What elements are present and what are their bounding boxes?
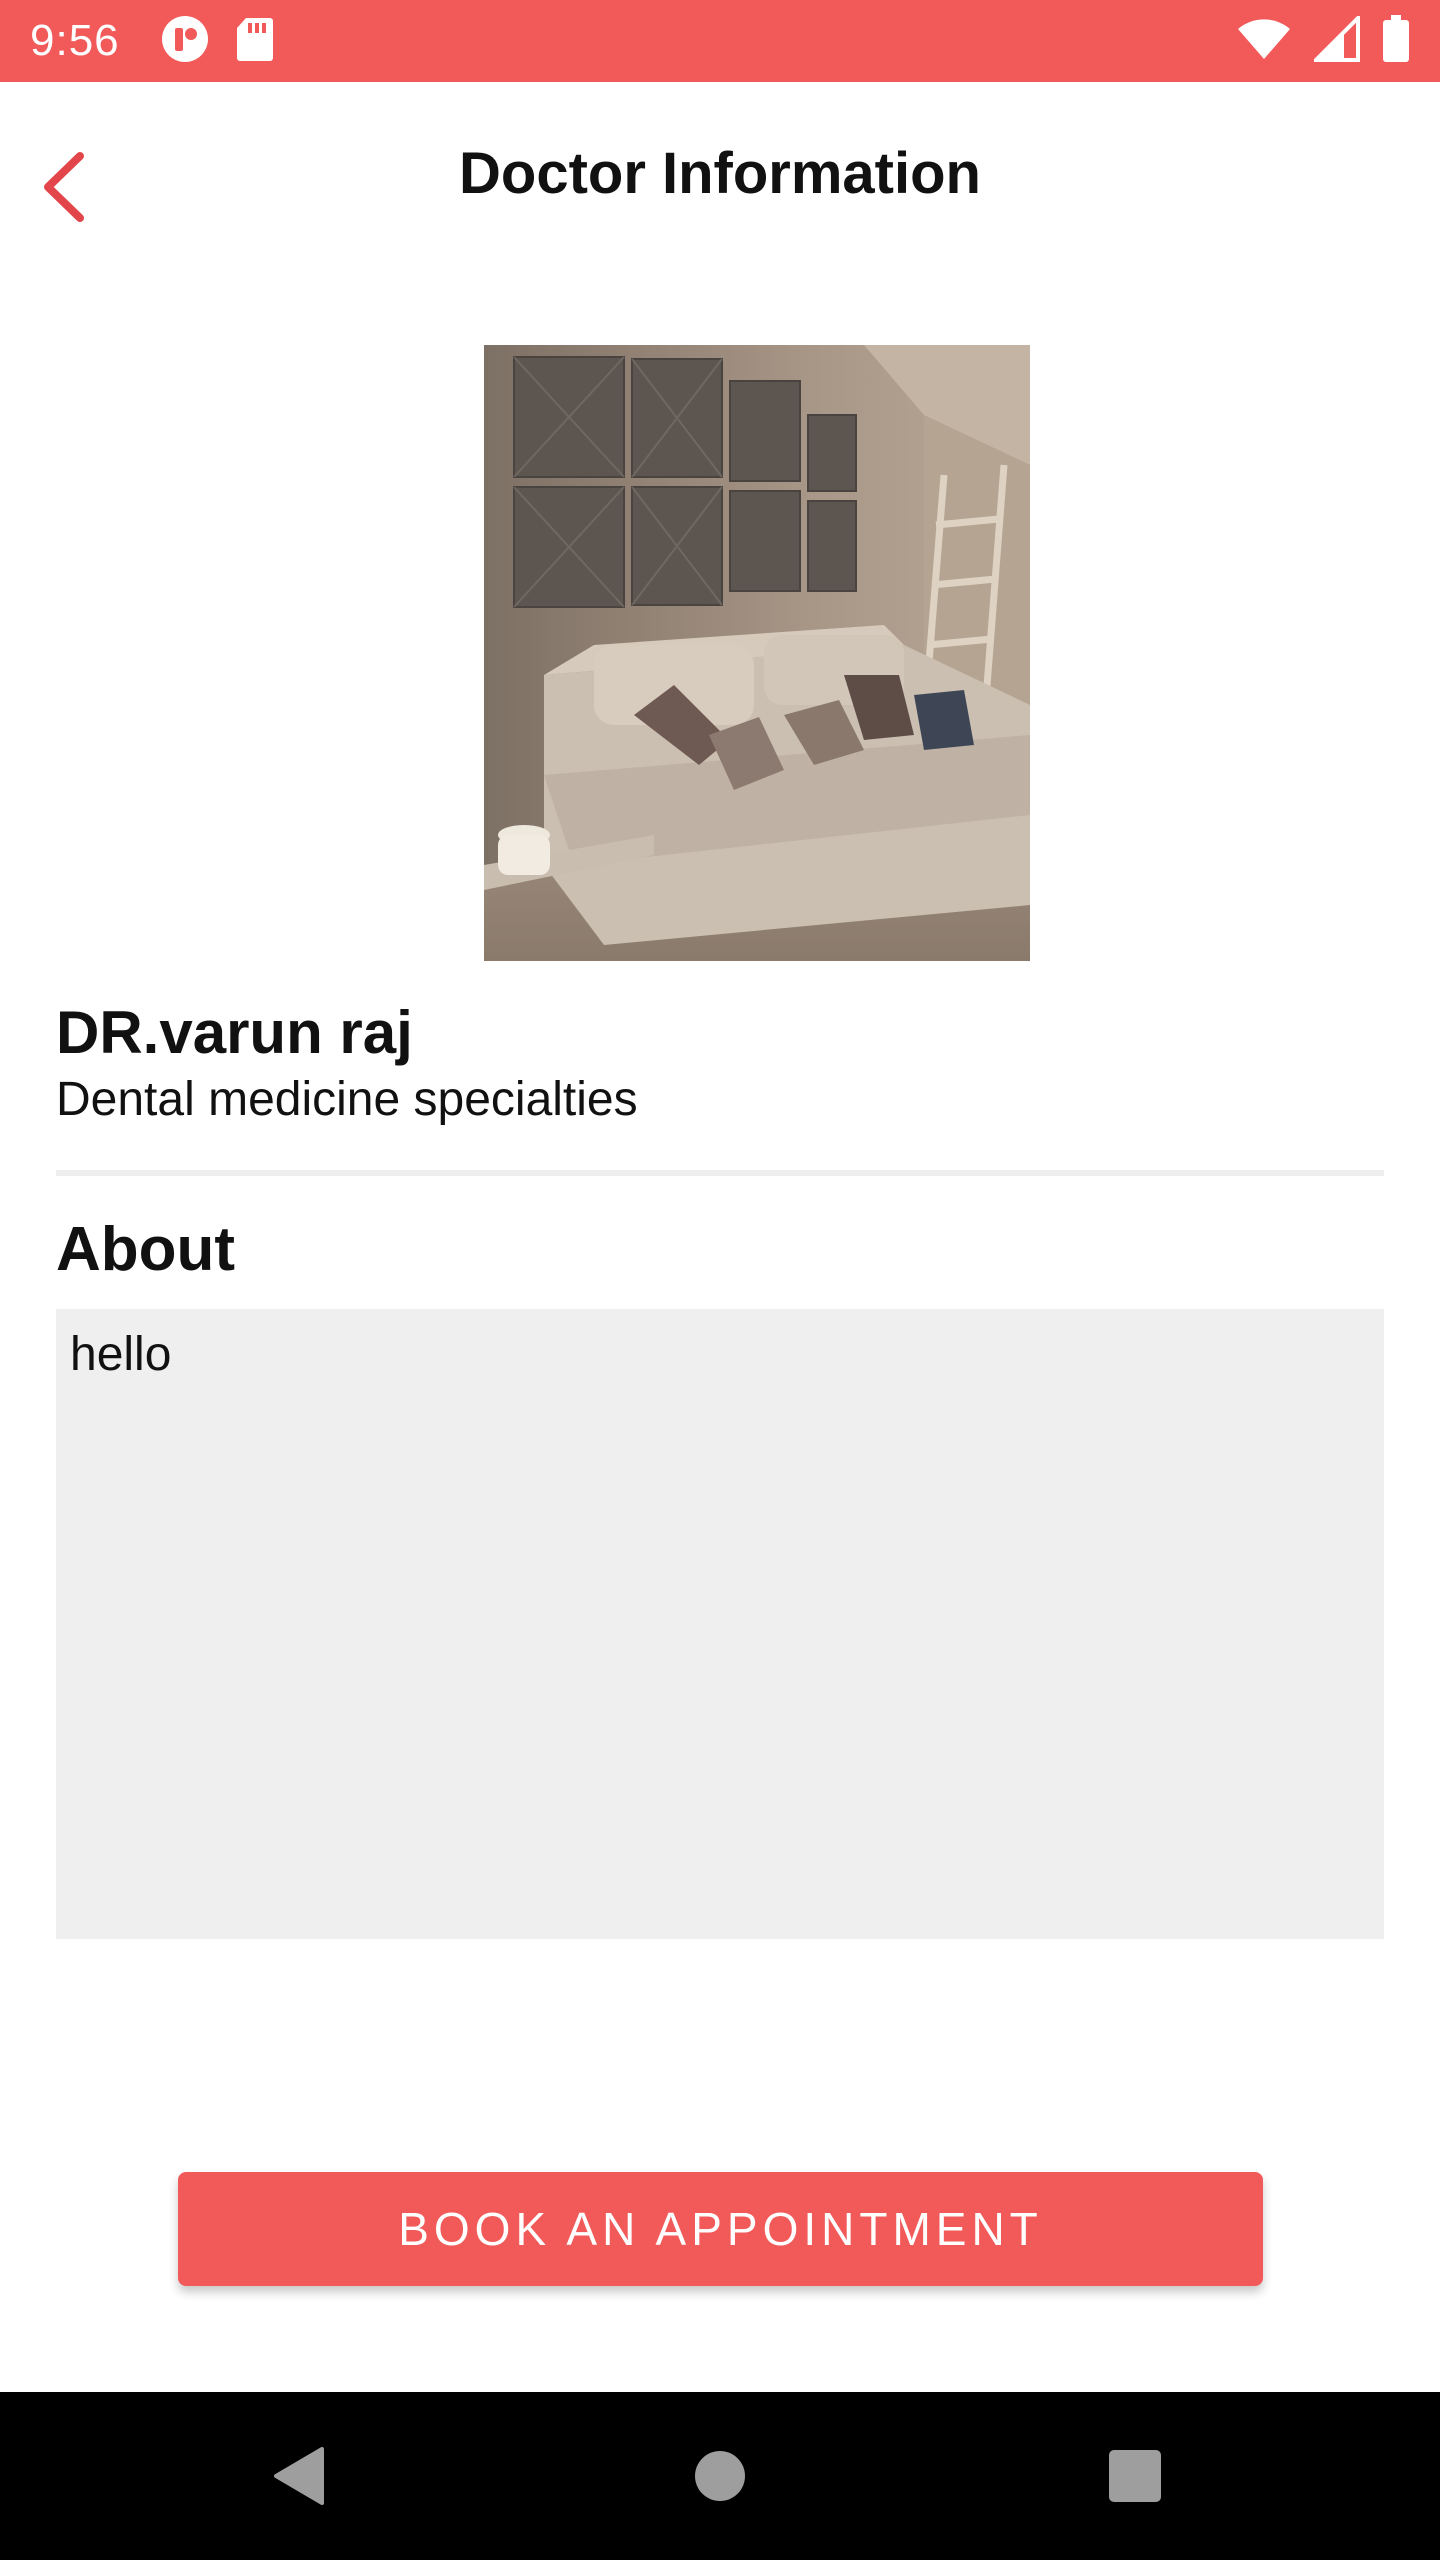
- about-text: hello: [70, 1328, 172, 1381]
- home-circle-icon: [695, 2451, 745, 2501]
- nav-home-button[interactable]: [620, 2392, 820, 2560]
- app-notification-icon: [160, 14, 210, 69]
- doctor-name: DR.varun raj: [56, 999, 413, 1066]
- nav-recents-button[interactable]: [1035, 2392, 1235, 2560]
- doctor-photo: [484, 345, 1030, 961]
- sd-card-icon: [236, 16, 274, 67]
- book-appointment-button[interactable]: BOOK AN APPOINTMENT: [178, 2172, 1263, 2286]
- nav-back-button[interactable]: [200, 2392, 400, 2560]
- app-bar: Doctor Information: [0, 82, 1440, 272]
- doctor-information-screen: 9:56 Doctor Information DR.varun raj Den…: [0, 0, 1440, 2560]
- status-time: 9:56: [30, 16, 120, 65]
- back-triangle-icon: [274, 2447, 324, 2505]
- about-heading: About: [56, 1215, 236, 1284]
- page-title: Doctor Information: [459, 141, 981, 206]
- status-left-icons: [160, 14, 274, 69]
- battery-icon: [1382, 14, 1410, 68]
- wifi-icon: [1236, 17, 1292, 66]
- status-bar: 9:56: [0, 0, 1440, 82]
- about-box: hello: [56, 1309, 1384, 1939]
- status-right-icons: [1236, 12, 1410, 68]
- recents-square-icon: [1109, 2450, 1161, 2502]
- doctor-specialty: Dental medicine specialties: [56, 1073, 638, 1126]
- divider: [56, 1170, 1384, 1176]
- navigation-bar: [0, 2392, 1440, 2560]
- cell-signal-icon: [1311, 12, 1360, 67]
